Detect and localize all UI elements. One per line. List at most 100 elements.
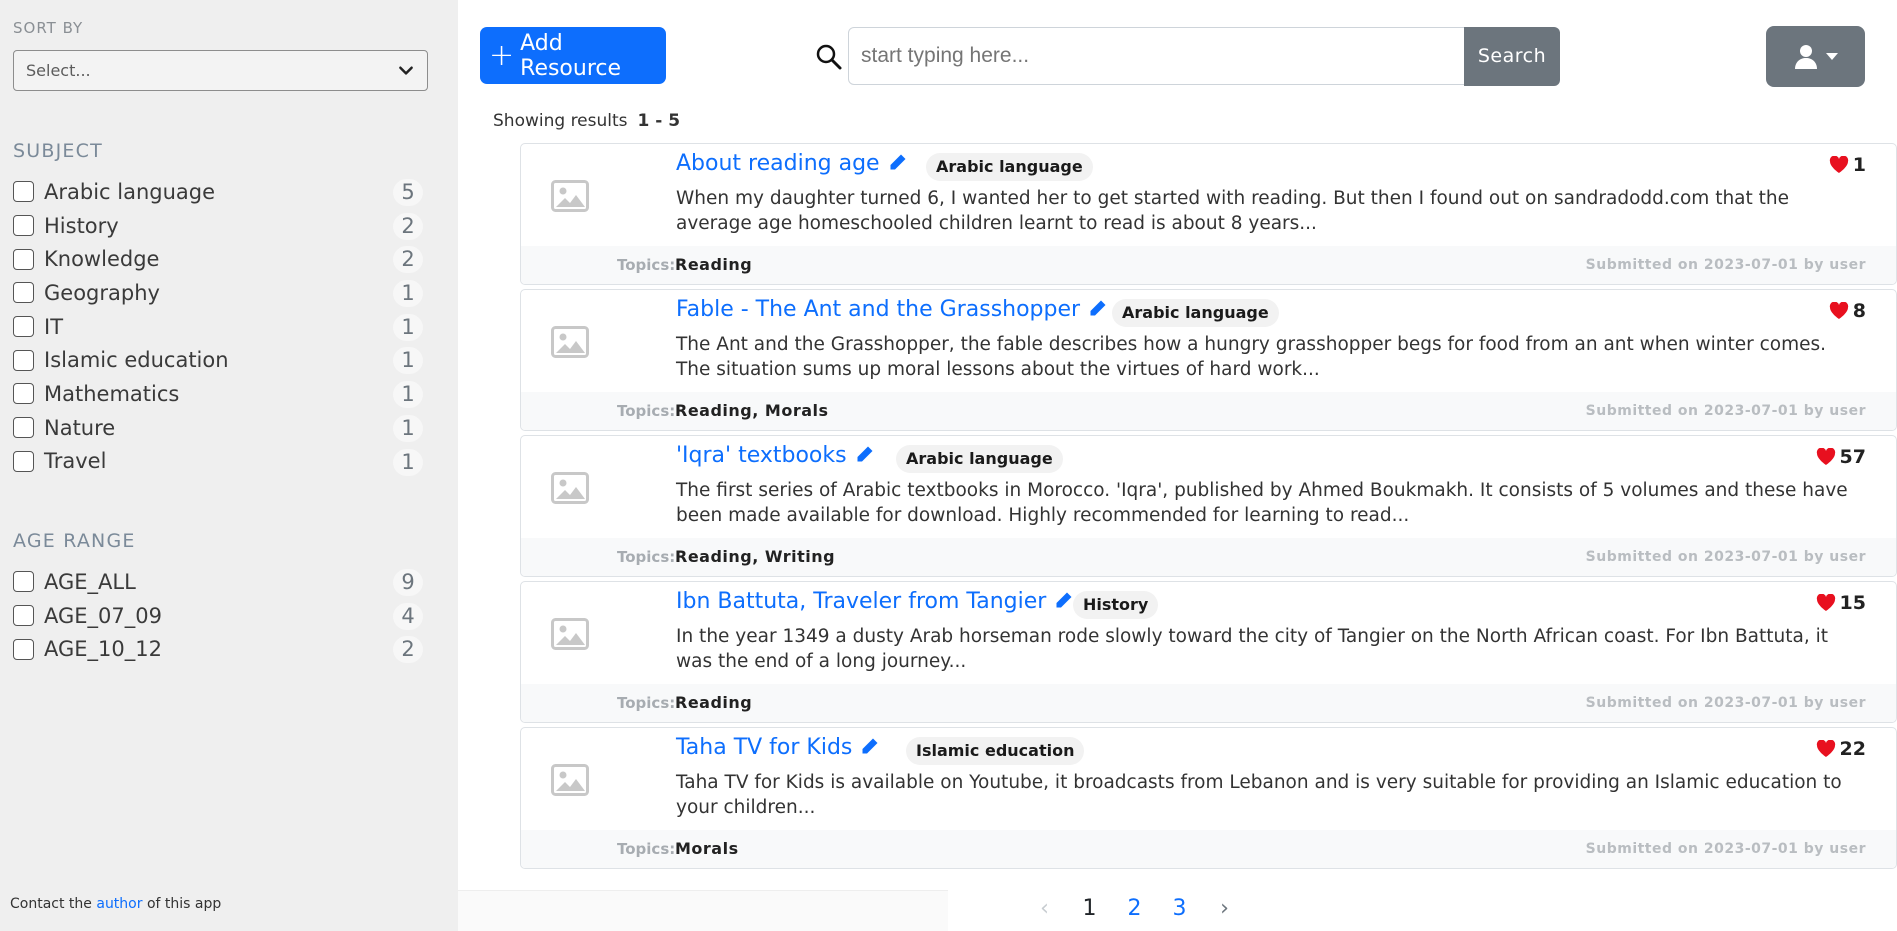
resource-description: The Ant and the Grasshopper, the fable d…	[676, 334, 1827, 380]
facet-label: AGE_07_09	[44, 603, 162, 628]
image-placeholder-icon	[551, 180, 589, 212]
resource-title-link[interactable]: Taha TV for Kids	[676, 735, 880, 760]
pagination-next[interactable]: ›	[1202, 896, 1247, 921]
likes-count: 1	[1852, 154, 1866, 176]
resource-title: Fable - The Ant and the Grasshopper	[676, 297, 1081, 322]
subject-facet-item[interactable]: Mathematics 1	[13, 377, 423, 411]
pencil-edit-icon[interactable]	[1054, 590, 1074, 610]
facet-count: 1	[393, 381, 423, 409]
facet-count: 1	[393, 414, 423, 442]
subject-facet-item[interactable]: Islamic education 1	[13, 343, 423, 377]
resource-description: When my daughter turned 6, I wanted her …	[676, 188, 1789, 234]
resource-card: Fable - The Ant and the Grasshopper Arab…	[520, 289, 1897, 431]
user-icon	[1794, 44, 1817, 69]
resource-description: In the year 1349 a dusty Arab horseman r…	[676, 626, 1828, 672]
pencil-edit-icon[interactable]	[1088, 298, 1108, 318]
pagination-page[interactable]: 3	[1157, 896, 1202, 921]
subject-facet-item[interactable]: Knowledge 2	[13, 242, 423, 276]
facet-count: 1	[393, 280, 423, 308]
resource-title: Taha TV for Kids	[676, 735, 853, 760]
resource-title-link[interactable]: About reading age	[676, 151, 908, 176]
checkbox[interactable]	[13, 571, 34, 593]
resource-title-link[interactable]: 'Iqra' textbooks	[676, 443, 875, 468]
facet-count: 2	[393, 246, 423, 274]
pencil-edit-icon[interactable]	[855, 444, 875, 464]
likes-counter[interactable]: 15	[1816, 592, 1866, 614]
image-placeholder-icon	[551, 472, 589, 504]
heart-icon	[1829, 156, 1848, 173]
topics-value: Morals	[675, 839, 739, 858]
card-footer: Topics: Reading Submitted on 2023-07-01 …	[521, 684, 1896, 722]
pencil-edit-icon[interactable]	[888, 152, 908, 172]
checkbox[interactable]	[13, 450, 34, 472]
card-footer: Topics: Reading, Writing Submitted on 20…	[521, 538, 1896, 576]
likes-count: 57	[1839, 446, 1866, 468]
checkbox[interactable]	[13, 248, 34, 270]
results-summary: Showing results 1 - 5	[493, 111, 680, 131]
age-facet-item[interactable]: AGE_07_09 4	[13, 599, 423, 633]
checkbox[interactable]	[13, 383, 34, 405]
checkbox[interactable]	[13, 215, 34, 237]
search-button[interactable]: Search	[1464, 27, 1560, 86]
card-footer: Topics: Reading Submitted on 2023-07-01 …	[521, 246, 1896, 284]
chevron-down-icon	[399, 66, 413, 75]
checkbox[interactable]	[13, 417, 34, 439]
pagination-page-active[interactable]: 1	[1067, 896, 1112, 921]
pagination-bar	[458, 890, 948, 931]
subject-facet-item[interactable]: Arabic language 5	[13, 175, 423, 209]
pagination-prev[interactable]: ‹	[1022, 896, 1067, 921]
resource-card: 'Iqra' textbooks Arabic language 57 The …	[520, 435, 1897, 577]
image-placeholder-icon	[551, 618, 589, 650]
topics-value: Reading	[675, 693, 753, 712]
topics-value: Reading, Morals	[675, 401, 829, 420]
resource-title-link[interactable]: Fable - The Ant and the Grasshopper	[676, 297, 1108, 322]
age-range-facet-list: AGE_ALL 9 AGE_07_09 4 AGE_10_12 2	[13, 565, 423, 666]
add-resource-button[interactable]: + Add Resource	[480, 27, 666, 84]
likes-counter[interactable]: 8	[1829, 300, 1866, 322]
user-menu-button[interactable]	[1766, 26, 1865, 87]
subject-facet-item[interactable]: Travel 1	[13, 445, 423, 479]
submitted-info: Submitted on 2023-07-01 by user	[1585, 841, 1866, 857]
search-icon	[816, 44, 842, 70]
resource-description: Taha TV for Kids is available on Youtube…	[676, 772, 1842, 818]
facet-label: Mathematics	[44, 381, 180, 406]
checkbox[interactable]	[13, 605, 34, 627]
contact-note: Contact the author of this app	[10, 896, 221, 912]
subject-facet-item[interactable]: History 2	[13, 209, 423, 243]
facet-label: Arabic language	[44, 179, 216, 204]
likes-count: 8	[1852, 300, 1866, 322]
topics-value: Reading, Writing	[675, 547, 836, 566]
topics-label: Topics:	[617, 694, 676, 712]
sort-by-select[interactable]: Select...	[13, 50, 428, 91]
likes-counter[interactable]: 22	[1816, 738, 1866, 760]
checkbox[interactable]	[13, 316, 34, 338]
caret-down-icon	[1825, 52, 1838, 60]
likes-counter[interactable]: 1	[1829, 154, 1866, 176]
age-range-facet-title: AGE RANGE	[13, 530, 136, 552]
author-link[interactable]: author	[96, 896, 142, 912]
plus-icon: +	[489, 37, 515, 73]
age-facet-item[interactable]: AGE_10_12 2	[13, 632, 423, 666]
age-facet-item[interactable]: AGE_ALL 9	[13, 565, 423, 599]
pagination-page[interactable]: 2	[1112, 896, 1157, 921]
likes-counter[interactable]: 57	[1816, 446, 1866, 468]
checkbox[interactable]	[13, 638, 34, 660]
subject-facet-item[interactable]: IT 1	[13, 310, 423, 344]
subject-facet-item[interactable]: Geography 1	[13, 276, 423, 310]
checkbox[interactable]	[13, 349, 34, 371]
topics-label: Topics:	[617, 840, 676, 858]
resource-title: About reading age	[676, 151, 880, 176]
subject-badge: Arabic language	[896, 445, 1063, 473]
resource-card: About reading age Arabic language 1 When…	[520, 143, 1897, 285]
checkbox[interactable]	[13, 181, 34, 203]
pencil-edit-icon[interactable]	[860, 736, 880, 756]
resource-title: Ibn Battuta, Traveler from Tangier	[676, 589, 1047, 614]
search-input[interactable]	[848, 27, 1465, 85]
facet-count: 1	[393, 347, 423, 375]
heart-icon	[1816, 448, 1835, 465]
heart-icon	[1816, 740, 1835, 757]
resource-title-link[interactable]: Ibn Battuta, Traveler from Tangier	[676, 589, 1074, 614]
submitted-info: Submitted on 2023-07-01 by user	[1585, 403, 1866, 419]
checkbox[interactable]	[13, 282, 34, 304]
subject-facet-item[interactable]: Nature 1	[13, 411, 423, 445]
